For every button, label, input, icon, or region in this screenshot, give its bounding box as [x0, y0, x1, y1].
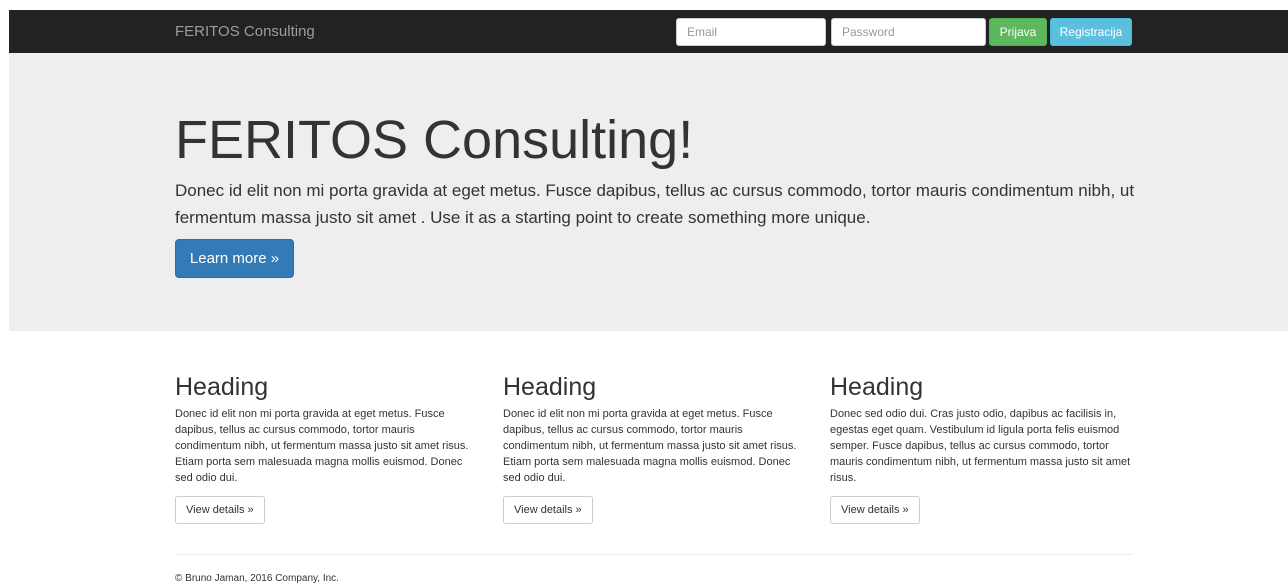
feature-column-2: Heading Donec id elit non mi porta gravi… — [503, 372, 811, 524]
feature-column-3: Heading Donec sed odio dui. Cras justo o… — [830, 372, 1138, 524]
view-details-button[interactable]: View details » — [175, 496, 265, 524]
register-button[interactable]: Registracija — [1050, 18, 1132, 46]
column-heading: Heading — [503, 373, 597, 401]
view-details-button[interactable]: View details » — [503, 496, 593, 524]
navbar-brand[interactable]: FERITOS Consulting — [175, 10, 315, 53]
column-text: Donec id elit non mi porta gravida at eg… — [175, 408, 469, 484]
footer-copyright: © Bruno Jaman, 2016 Company, Inc. — [175, 573, 339, 584]
login-button[interactable]: Prijava — [989, 18, 1047, 46]
column-heading: Heading — [830, 373, 924, 401]
column-text: Donec sed odio dui. Cras justo odio, dap… — [830, 408, 1131, 484]
password-input[interactable] — [831, 18, 986, 46]
hero-jumbotron: FERITOS Consulting! Donec id elit non mi… — [9, 53, 1288, 331]
email-input[interactable] — [676, 18, 826, 46]
hero-description: Donec id elit non mi porta gravida at eg… — [175, 181, 1135, 227]
footer-divider — [175, 554, 1133, 555]
top-navbar: FERITOS Consulting Prijava Registracija — [9, 10, 1288, 53]
feature-column-1: Heading Donec id elit non mi porta gravi… — [175, 372, 483, 524]
hero-title: FERITOS Consulting! — [175, 110, 694, 170]
page: FERITOS Consulting Prijava Registracija … — [0, 0, 1288, 587]
column-text: Donec id elit non mi porta gravida at eg… — [503, 408, 797, 484]
learn-more-button[interactable]: Learn more » — [175, 239, 294, 278]
view-details-button[interactable]: View details » — [830, 496, 920, 524]
column-heading: Heading — [175, 373, 269, 401]
